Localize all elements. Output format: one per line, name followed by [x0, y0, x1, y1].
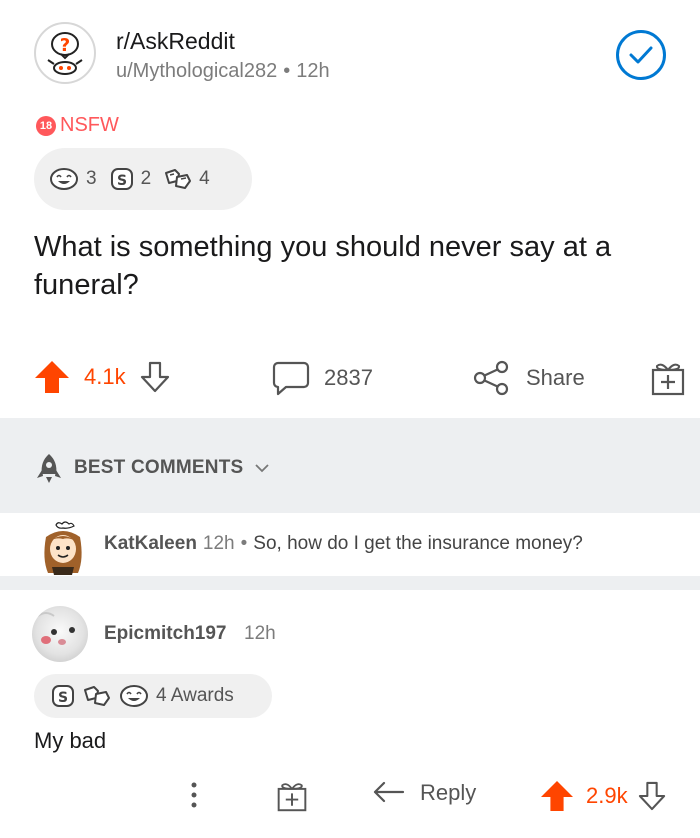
award-item: 3	[48, 166, 97, 192]
share-label: Share	[526, 365, 585, 390]
post-meta: u/Mythological282 • 12h	[116, 60, 330, 83]
award-item: S 2	[109, 166, 152, 192]
give-award-button[interactable]	[276, 780, 308, 812]
upvote-icon[interactable]	[540, 780, 574, 812]
svg-text:?: ?	[60, 35, 70, 56]
gift-award-icon	[277, 783, 307, 812]
downvote-icon[interactable]	[638, 781, 666, 811]
checkmark-icon	[629, 46, 653, 64]
comment-score: 2.9k	[586, 783, 628, 808]
nsfw-label: NSFW	[60, 114, 119, 136]
comment-vote-group: 2.9k	[540, 780, 666, 812]
silver-award-icon: S	[110, 168, 133, 190]
comment-awards[interactable]: S 4 Awards	[34, 674, 272, 718]
svg-text:S: S	[117, 173, 127, 189]
comment-author[interactable]: KatKaleen	[104, 533, 197, 554]
reply-label: Reply	[420, 780, 477, 805]
gift-award-icon	[651, 363, 685, 396]
award-count: 3	[86, 168, 97, 189]
reddit-post-page: ? r/AskReddit u/Mythological282 • 12h 18 N…	[0, 0, 700, 838]
nsfw-tag: 18 NSFW	[36, 114, 119, 137]
subreddit-avatar[interactable]: ?	[34, 22, 96, 84]
post-header: ? r/AskReddit u/Mythological282 • 12h	[34, 22, 674, 92]
comment-bubble-icon	[272, 361, 310, 396]
svg-text:S: S	[58, 690, 68, 706]
more-vertical-icon	[191, 782, 197, 808]
comment-body: My bad	[34, 728, 107, 753]
comment-time: 12h	[244, 623, 276, 644]
give-award-button[interactable]	[650, 360, 686, 396]
user-avatar[interactable]	[32, 606, 88, 662]
share-icon	[473, 360, 509, 396]
comment-divider	[0, 576, 700, 590]
silver-award-icon: S	[52, 685, 74, 707]
comment: Epicmitch197 12h S 4 Awards My bad Reply…	[0, 590, 700, 838]
post-time: 12h	[296, 60, 330, 82]
award-count: 4	[199, 168, 210, 189]
comment-time: 12h	[202, 533, 235, 554]
share-button[interactable]: Share	[472, 360, 585, 396]
joined-button[interactable]	[616, 30, 666, 80]
laughing-face-award-icon	[120, 685, 148, 707]
sort-dropdown[interactable]: BEST COMMENTS	[34, 452, 270, 484]
vote-group: 4.1k	[34, 360, 170, 394]
award-count: 2	[140, 168, 152, 189]
comment-sort-strip: BEST COMMENTS	[0, 418, 700, 513]
comment-preview: So, how do I get the insurance money?	[253, 533, 583, 554]
award-item: 4	[163, 165, 210, 193]
nsfw-18-icon: 18	[36, 115, 56, 136]
laughing-face-award-icon	[50, 168, 78, 190]
downvote-icon[interactable]	[140, 361, 170, 393]
post-awards[interactable]: 3 S 2 4	[34, 148, 252, 210]
reply-button[interactable]: Reply	[372, 780, 476, 806]
meta-separator: •	[283, 60, 291, 82]
upvote-icon[interactable]	[34, 360, 70, 394]
comment-action-bar: Reply 2.9k	[0, 780, 700, 830]
post-title[interactable]: What is something you should never say a…	[34, 228, 674, 304]
post-author[interactable]: u/Mythological282	[116, 60, 277, 82]
post-action-bar: 4.1k 2837 Share	[0, 350, 700, 410]
comment-author[interactable]: Epicmitch197	[104, 623, 227, 645]
more-options-button[interactable]	[188, 780, 200, 810]
sort-label: BEST COMMENTS	[74, 457, 244, 478]
rocket-icon	[37, 454, 61, 483]
fist-bump-award-icon	[84, 686, 110, 706]
chevron-down-icon	[255, 464, 270, 473]
post-score: 4.1k	[84, 364, 126, 389]
comments-count: 2837	[324, 365, 373, 390]
awards-label: 4 Awards	[156, 685, 234, 706]
comments-button[interactable]: 2837	[272, 360, 373, 396]
reply-arrow-icon	[373, 781, 405, 803]
collapsed-comment[interactable]: KatKaleen 12h • So, how do I get the insura…	[0, 513, 700, 576]
user-avatar[interactable]	[38, 519, 88, 575]
subreddit-name[interactable]: r/AskReddit	[116, 28, 235, 55]
meta-separator: •	[240, 533, 248, 554]
fist-bump-award-icon	[165, 169, 192, 189]
collapsed-comment-line: KatKaleen 12h • So, how do I get the insura…	[104, 533, 583, 555]
